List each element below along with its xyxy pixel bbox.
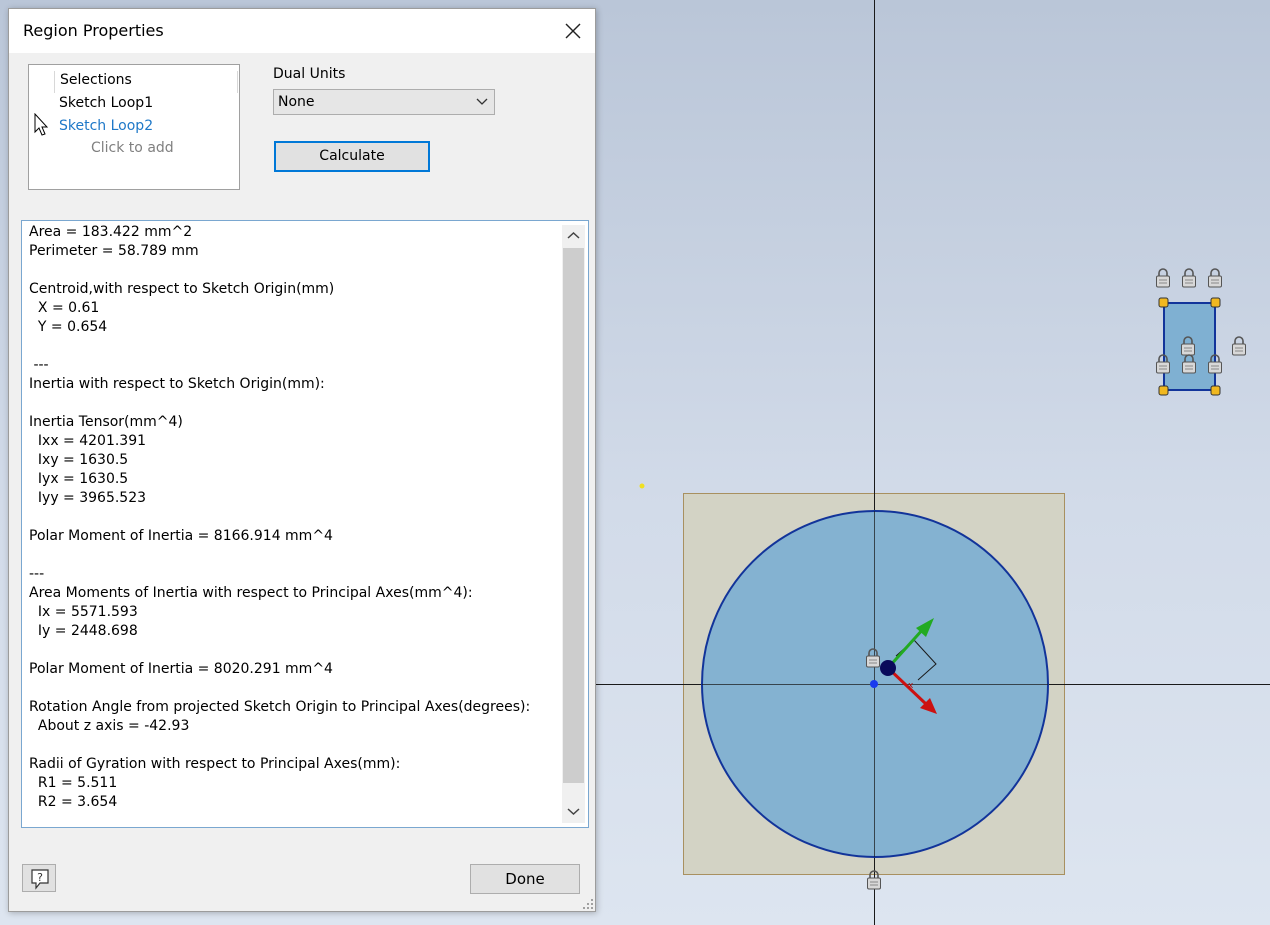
scroll-up-arrow-icon[interactable] <box>567 231 580 240</box>
region-properties-dialog: Region Properties Selections Sketch Loop… <box>8 8 596 912</box>
dual-units-select[interactable]: None <box>273 89 495 115</box>
calculate-button[interactable]: Calculate <box>274 141 430 172</box>
help-icon: ? <box>31 869 49 890</box>
close-icon <box>565 23 581 39</box>
done-button[interactable]: Done <box>470 864 580 894</box>
results-line: Inertia with respect to Sketch Origin(mm… <box>29 376 325 392</box>
results-line: Ixy = 1630.5 <box>29 452 129 468</box>
results-text-area[interactable]: Area = 183.422 mm^2 Perimeter = 58.789 mm… <box>21 220 589 828</box>
results-line <box>29 261 530 280</box>
dialog-title: Region Properties <box>23 21 164 40</box>
results-line: Radii of Gyration with respect to Princi… <box>29 756 401 772</box>
results-line: Iyx = 1630.5 <box>29 471 129 487</box>
results-line: About z axis = -42.93 <box>29 718 190 734</box>
results-line: Polar Moment of Inertia = 8166.914 mm^4 <box>29 528 333 544</box>
results-line: Area Moments of Inertia with respect to … <box>29 585 473 601</box>
selections-header: Selections <box>54 71 238 93</box>
results-line <box>29 546 530 565</box>
selection-item-sketch-loop1[interactable]: Sketch Loop1 <box>59 95 153 111</box>
resize-grip-icon[interactable] <box>581 897 595 911</box>
results-line: Ixx = 4201.391 <box>29 433 147 449</box>
dual-units-label: Dual Units <box>273 66 346 82</box>
chevron-down-icon <box>476 98 488 105</box>
results-line <box>29 394 530 413</box>
results-line: X = 0.61 <box>29 300 100 316</box>
results-line <box>29 337 530 356</box>
results-line: Rotation Angle from projected Sketch Ori… <box>29 699 531 715</box>
scrollbar-thumb[interactable] <box>563 248 584 783</box>
results-scrollbar[interactable] <box>562 225 585 823</box>
results-line: Iyy = 3965.523 <box>29 490 147 506</box>
results-line: R2 = 3.654 <box>29 794 118 810</box>
results-line: Ix = 5571.593 <box>29 604 138 620</box>
results-line: --- <box>29 357 49 373</box>
results-line: Polar Moment of Inertia = 8020.291 mm^4 <box>29 661 333 677</box>
results-line: Area = 183.422 mm^2 <box>29 224 193 240</box>
results-line: Iy = 2448.698 <box>29 623 138 639</box>
results-line: R1 = 5.511 <box>29 775 118 791</box>
results-line: Perimeter = 58.789 mm <box>29 243 199 259</box>
click-to-add-hint[interactable]: Click to add <box>91 140 174 156</box>
results-line <box>29 679 530 698</box>
results-line: Centroid,with respect to Sketch Origin(m… <box>29 281 335 297</box>
dialog-titlebar[interactable]: Region Properties <box>9 9 595 53</box>
selection-item-sketch-loop2[interactable]: Sketch Loop2 <box>59 118 153 134</box>
help-button[interactable]: ? <box>22 864 56 892</box>
results-line: Y = 0.654 <box>29 319 108 335</box>
dual-units-value: None <box>278 94 315 110</box>
selections-list[interactable]: Selections Sketch Loop1 Sketch Loop2 Cli… <box>28 64 240 190</box>
results-text: Area = 183.422 mm^2 Perimeter = 58.789 mm… <box>29 223 530 812</box>
svg-text:?: ? <box>37 871 43 884</box>
close-button[interactable] <box>559 17 587 45</box>
scroll-down-arrow-icon[interactable] <box>567 807 580 816</box>
mouse-cursor-icon <box>34 113 48 136</box>
results-line: Inertia Tensor(mm^4) <box>29 414 183 430</box>
sketch-point[interactable] <box>639 483 645 489</box>
results-line <box>29 736 530 755</box>
results-line: --- <box>29 566 45 582</box>
results-line <box>29 641 530 660</box>
svg-text:x: x <box>908 681 914 691</box>
results-line <box>29 508 530 527</box>
